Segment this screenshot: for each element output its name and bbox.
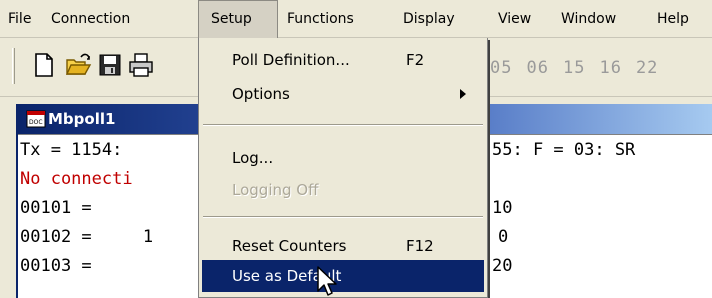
register-row: 00102 = 1 bbox=[20, 227, 154, 247]
window-title: Mbpoll1 bbox=[48, 110, 116, 128]
register-row: 00103 = bbox=[20, 256, 92, 276]
menu-item-reset-counters[interactable]: Reset Counters F12 bbox=[202, 230, 484, 262]
menu-item-label: Reset Counters bbox=[232, 237, 347, 255]
menu-item-use-as-default[interactable]: Use as Default bbox=[202, 260, 484, 292]
menu-functions[interactable]: Functions bbox=[287, 0, 354, 38]
menu-window[interactable]: Window bbox=[561, 0, 616, 38]
setup-dropdown-menu: Poll Definition... F2 Options Log... Log… bbox=[198, 38, 488, 298]
fc-16-button[interactable]: 16 bbox=[599, 58, 621, 78]
new-icon[interactable] bbox=[30, 51, 58, 79]
menu-item-options[interactable]: Options bbox=[202, 78, 484, 110]
menu-bar: File Connection Setup Functions Display … bbox=[0, 0, 712, 38]
document-icon: DOC bbox=[26, 110, 46, 128]
menu-item-label: Logging Off bbox=[232, 181, 319, 199]
connection-error-line: No connecti bbox=[20, 169, 133, 189]
register-value: 0 bbox=[498, 227, 509, 247]
register-value: 10 bbox=[492, 198, 513, 218]
save-icon[interactable] bbox=[96, 51, 124, 79]
fc-15-button[interactable]: 15 bbox=[563, 58, 585, 78]
menu-separator bbox=[203, 124, 483, 126]
fc-06-button[interactable]: 06 bbox=[526, 58, 548, 78]
menu-connection[interactable]: Connection bbox=[51, 0, 130, 38]
menu-help[interactable]: Help bbox=[657, 0, 689, 38]
menu-file[interactable]: File bbox=[8, 0, 31, 38]
menu-item-poll-definition[interactable]: Poll Definition... F2 bbox=[202, 44, 484, 76]
open-icon[interactable] bbox=[64, 51, 92, 79]
function-code-buttons: 05 06 15 16 22 bbox=[490, 48, 672, 88]
fc-05-button[interactable]: 05 bbox=[490, 58, 512, 78]
fc-22-button[interactable]: 22 bbox=[636, 58, 658, 78]
register-row: 00101 = bbox=[20, 198, 92, 218]
tx-status-line: Tx = 1154: bbox=[20, 140, 123, 160]
register-value: 20 bbox=[492, 256, 513, 276]
print-icon[interactable] bbox=[128, 51, 154, 79]
menu-view[interactable]: View bbox=[498, 0, 531, 38]
tx-status-line-right: 55: F = 03: SR bbox=[492, 140, 636, 160]
menu-display[interactable]: Display bbox=[403, 0, 455, 38]
menu-item-shortcut: F2 bbox=[406, 51, 425, 69]
toolbar-grip[interactable] bbox=[12, 48, 15, 84]
submenu-arrow-icon bbox=[460, 89, 466, 99]
menu-item-log[interactable]: Log... bbox=[202, 142, 484, 174]
menu-item-label: Poll Definition... bbox=[232, 51, 350, 69]
menu-item-shortcut: F12 bbox=[406, 237, 434, 255]
menu-item-label: Log... bbox=[232, 149, 274, 167]
mouse-cursor-icon bbox=[317, 266, 337, 296]
menu-item-label: Options bbox=[232, 85, 290, 103]
menu-separator bbox=[203, 216, 483, 218]
menu-item-logging-off: Logging Off bbox=[202, 174, 484, 206]
menu-setup[interactable]: Setup bbox=[198, 0, 278, 38]
svg-text:DOC: DOC bbox=[29, 119, 43, 126]
